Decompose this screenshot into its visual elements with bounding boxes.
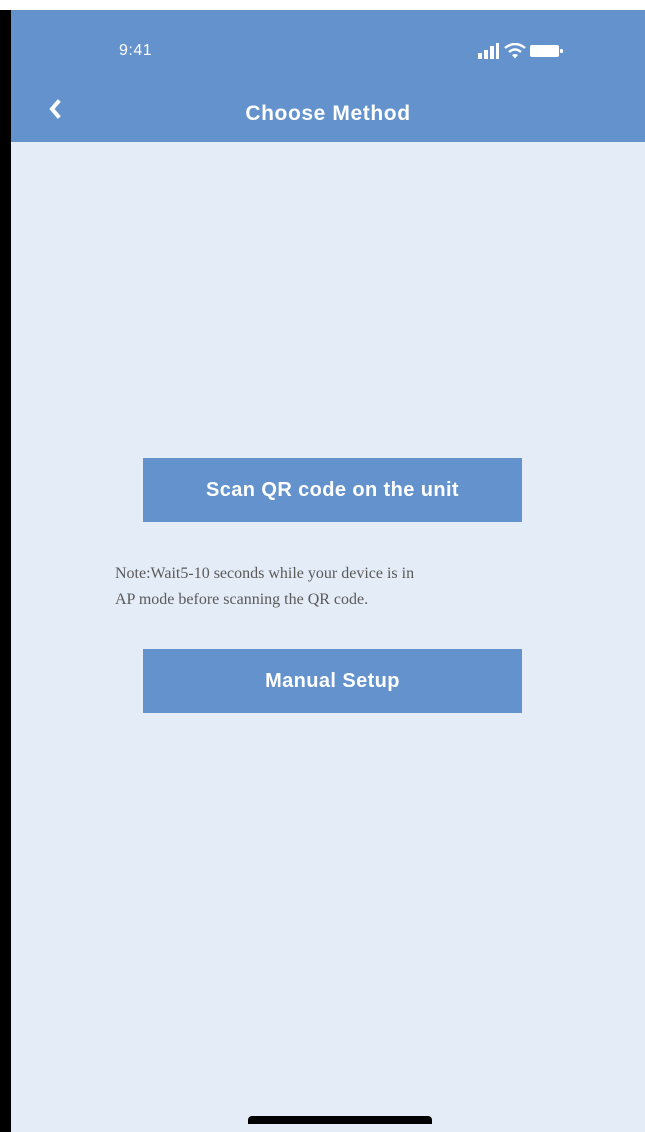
app-screen: 9:41 Choose Method Scan QR code on the u… — [11, 10, 645, 1132]
scan-qr-button[interactable]: Scan QR code on the unit — [143, 458, 522, 522]
status-time: 9:41 — [119, 42, 153, 59]
manual-setup-button[interactable]: Manual Setup — [143, 649, 522, 713]
status-icons — [477, 43, 577, 59]
wifi-icon — [504, 43, 526, 59]
battery-icon — [530, 45, 563, 57]
note-line-2: AP mode before scanning the QR code. — [115, 591, 369, 608]
app-header: 9:41 Choose Method — [11, 10, 645, 142]
home-indicator — [248, 1116, 432, 1124]
note-line-1: Note:Wait5-10 seconds while your device … — [115, 565, 415, 582]
page-title: Choose Method — [245, 102, 411, 125]
top-strip — [0, 0, 645, 10]
note-text: Note:Wait5-10 seconds while your device … — [115, 561, 535, 613]
signal-icon — [478, 43, 499, 59]
